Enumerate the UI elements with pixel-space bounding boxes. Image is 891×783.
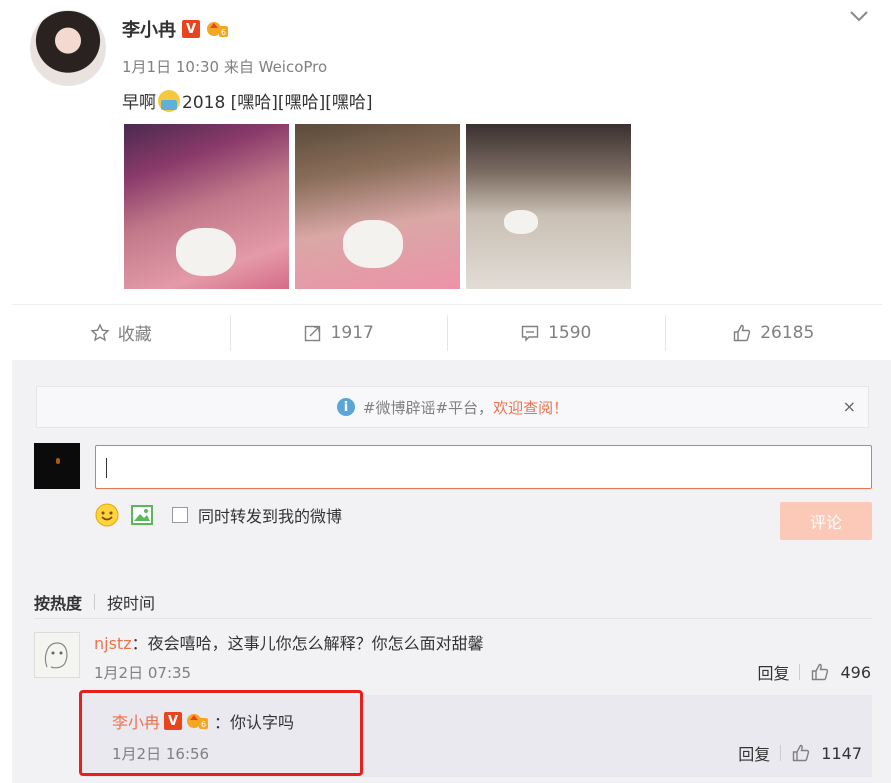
emoji-icon <box>158 89 180 112</box>
sort-tabs: 按热度 按时间 <box>34 590 155 614</box>
like-count: 26185 <box>760 322 815 343</box>
image-icon[interactable] <box>130 504 154 526</box>
reply-text: 李小冉 V 6 ：你认字吗 <box>112 709 294 733</box>
vip-badge-icon: 6 <box>186 711 210 731</box>
repost-checkbox[interactable] <box>172 507 188 523</box>
text-caret <box>106 458 107 478</box>
post-text: 早啊 2018 [嘿哈][嘿哈][嘿哈] <box>122 88 372 113</box>
comment-button[interactable]: 1590 <box>447 314 665 351</box>
post-text-after: 2018 [嘿哈][嘿哈][嘿哈] <box>182 93 373 113</box>
notice-link[interactable]: 欢迎查阅！ <box>493 397 568 418</box>
post-meta: 1月1日 10:30 来自 WeicoPro <box>122 58 328 76</box>
commenter-avatar[interactable] <box>34 632 80 678</box>
reply-reply-button[interactable]: 回复 <box>738 741 770 765</box>
favorite-button[interactable]: 收藏 <box>12 320 230 345</box>
post-text-before: 早啊 <box>122 93 156 113</box>
submit-comment-button[interactable]: 评论 <box>780 502 872 540</box>
comment-count: 1590 <box>548 322 592 343</box>
divider <box>34 618 872 619</box>
commenter-name[interactable]: njstz <box>94 634 132 653</box>
tab-sort-time[interactable]: 按时间 <box>107 590 155 614</box>
like-button[interactable]: 26185 <box>664 314 883 351</box>
star-icon <box>90 322 110 341</box>
action-divider <box>799 664 801 680</box>
comment-text: njstz：夜会嘻哈，这事儿你怎么解释？你怎么面对甜馨 <box>94 630 484 654</box>
reply-author-name[interactable]: 李小冉 <box>112 709 160 733</box>
my-avatar <box>34 443 80 489</box>
vip-badge-icon: 6 <box>206 19 230 39</box>
repost-count: 1917 <box>330 322 374 343</box>
reply-actions: 回复 1147 <box>738 741 862 765</box>
post-photo-1[interactable] <box>124 124 289 289</box>
reply-time: 1月2日 16:56 <box>112 745 210 763</box>
repost-checkbox-label: 同时转发到我的微博 <box>198 507 343 526</box>
author-name[interactable]: 李小冉 <box>122 16 176 42</box>
rumor-notice: i #微博辟谣#平台， 欢迎查阅！ × <box>36 386 869 428</box>
smile-icon[interactable] <box>94 502 120 528</box>
comment-tools: 同时转发到我的微博 <box>94 502 342 528</box>
post-photo-2[interactable] <box>295 124 460 289</box>
comment-like-count: 496 <box>840 662 871 682</box>
post-photo-3[interactable] <box>466 124 631 289</box>
thumbs-up-icon[interactable] <box>791 743 811 763</box>
author-row: 李小冉 V 6 <box>122 16 230 42</box>
svg-text:6: 6 <box>221 28 226 37</box>
reply-box: 李小冉 V 6 ：你认字吗 1月2日 16:56 回复 1147 <box>82 695 872 777</box>
comment-actions: 回复 496 <box>757 660 871 684</box>
thumbs-up-icon[interactable] <box>810 662 830 682</box>
repost-icon <box>304 325 320 341</box>
sort-divider <box>94 594 96 610</box>
action-bar: 收藏 1917 1590 26185 <box>12 304 882 360</box>
thumbs-up-icon <box>734 324 751 341</box>
verified-badge-icon: V <box>182 20 200 38</box>
verified-badge-icon: V <box>164 712 183 730</box>
svg-text:6: 6 <box>201 720 206 729</box>
close-icon[interactable]: × <box>843 397 856 416</box>
chevron-down-icon[interactable] <box>848 8 870 24</box>
comment-input[interactable] <box>95 445 872 489</box>
comment-time: 1月2日 07:35 <box>94 664 192 682</box>
repost-button[interactable]: 1917 <box>229 314 448 351</box>
reply-body: ：你认字吗 <box>214 713 295 732</box>
info-icon: i <box>336 398 355 416</box>
notice-text: #微博辟谣#平台， <box>362 398 494 417</box>
action-divider <box>780 745 782 761</box>
reply-like-count: 1147 <box>821 743 862 763</box>
comment-icon <box>521 325 539 342</box>
favorite-label: 收藏 <box>117 325 152 345</box>
reply-button[interactable]: 回复 <box>757 660 789 684</box>
photo-grid <box>124 124 631 289</box>
author-avatar[interactable] <box>30 10 106 86</box>
comment-area: i #微博辟谣#平台， 欢迎查阅！ × 同时转发到我的微博 评论 按热度 按时间… <box>12 360 891 783</box>
comment-body: ：夜会嘻哈，这事儿你怎么解释？你怎么面对甜馨 <box>131 634 484 653</box>
tab-sort-hot[interactable]: 按热度 <box>34 590 82 614</box>
